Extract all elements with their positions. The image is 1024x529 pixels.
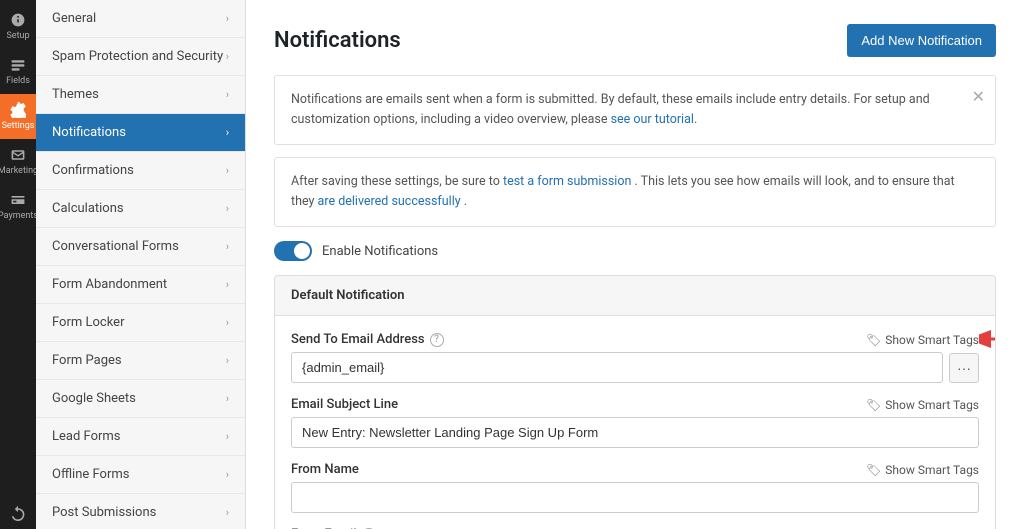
nav-item-themes[interactable]: Themes › xyxy=(36,76,245,114)
nav-item-offline-forms[interactable]: Offline Forms › xyxy=(36,456,245,494)
info-text-2c: . xyxy=(464,194,467,209)
fields-label: Fields xyxy=(6,76,30,86)
close-icon[interactable]: ✕ xyxy=(972,84,985,110)
panel-body: Send To Email Address ? 🏷 Show Smart Tag… xyxy=(275,316,995,529)
panel-header: Default Notification xyxy=(275,276,995,316)
subject-input-wrap xyxy=(291,417,979,448)
notification-panel: Default Notification Send To Email Addre… xyxy=(274,275,996,529)
nav-item-general[interactable]: General › xyxy=(36,0,245,38)
from-name-input[interactable] xyxy=(291,482,979,513)
smart-tags-link-from-name[interactable]: 🏷 Show Smart Tags xyxy=(866,463,979,477)
chevron-icon: › xyxy=(226,354,229,367)
delivered-link[interactable]: are delivered successfully xyxy=(318,194,461,209)
chevron-icon: › xyxy=(226,430,229,443)
nav-sidebar: General › Spam Protection and Security ›… xyxy=(36,0,246,529)
field-label-row-subject: Email Subject Line 🏷 Show Smart Tags xyxy=(291,397,979,412)
send-to-email-field: Send To Email Address ? 🏷 Show Smart Tag… xyxy=(291,332,979,383)
test-submission-link[interactable]: test a form submission xyxy=(503,174,631,189)
field-label-row-from-name: From Name 🏷 Show Smart Tags xyxy=(291,462,979,477)
nav-item-post-submissions[interactable]: Post Submissions › xyxy=(36,494,245,529)
nav-item-conversational-forms[interactable]: Conversational Forms › xyxy=(36,228,245,266)
nav-item-spam-protection[interactable]: Spam Protection and Security › xyxy=(36,38,245,76)
field-label-row-email: Send To Email Address ? 🏷 Show Smart Tag… xyxy=(291,332,979,347)
tutorial-link[interactable]: see our tutorial xyxy=(611,112,694,127)
marketing-label: Marketing xyxy=(0,166,38,176)
enable-notifications-toggle[interactable] xyxy=(274,241,312,261)
send-to-ellipsis-button[interactable]: ··· xyxy=(949,353,979,383)
chevron-icon: › xyxy=(226,468,229,481)
email-subject-field: Email Subject Line 🏷 Show Smart Tags xyxy=(291,397,979,448)
info-box-1: Notifications are emails sent when a for… xyxy=(274,75,996,145)
chevron-icon: › xyxy=(226,12,229,25)
enable-notifications-row: Enable Notifications xyxy=(274,241,996,261)
email-subject-label: Email Subject Line xyxy=(291,397,398,412)
chevron-icon: › xyxy=(226,506,229,519)
chevron-icon: › xyxy=(226,50,229,63)
add-notification-button[interactable]: Add New Notification xyxy=(847,24,996,57)
chevron-icon: › xyxy=(226,316,229,329)
tag-icon: 🏷 xyxy=(866,463,881,477)
settings-label: Settings xyxy=(2,121,35,131)
nav-item-calculations[interactable]: Calculations › xyxy=(36,190,245,228)
sidebar-item-revisions[interactable] xyxy=(0,497,36,529)
from-name-input-wrap xyxy=(291,482,979,513)
tag-icon: 🏷 xyxy=(866,333,881,347)
sidebar-item-fields[interactable]: Fields xyxy=(0,49,36,94)
page-header: Notifications Add New Notification xyxy=(274,24,996,57)
payments-label: Payments xyxy=(0,211,38,221)
sidebar-item-marketing[interactable]: Marketing xyxy=(0,139,36,184)
nav-item-notifications[interactable]: Notifications › xyxy=(36,114,245,152)
chevron-icon: › xyxy=(226,202,229,215)
send-to-label: Send To Email Address ? xyxy=(291,332,444,347)
send-to-input-wrap: ··· xyxy=(291,352,979,383)
page-title: Notifications xyxy=(274,28,401,53)
icon-sidebar: Setup Fields Settings Marketing Payments xyxy=(0,0,36,529)
smart-tags-link-email[interactable]: 🏷 Show Smart Tags xyxy=(866,333,979,347)
sidebar-item-payments[interactable]: Payments xyxy=(0,184,36,229)
sidebar-item-settings[interactable]: Settings xyxy=(0,94,36,139)
help-icon[interactable]: ? xyxy=(430,333,444,347)
chevron-icon: › xyxy=(226,240,229,253)
nav-item-google-sheets[interactable]: Google Sheets › xyxy=(36,380,245,418)
nav-item-confirmations[interactable]: Confirmations › xyxy=(36,152,245,190)
main-content: Notifications Add New Notification Notif… xyxy=(246,0,1024,529)
from-name-label: From Name xyxy=(291,462,359,477)
nav-item-form-locker[interactable]: Form Locker › xyxy=(36,304,245,342)
info-box-2: After saving these settings, be sure to … xyxy=(274,157,996,227)
chevron-icon: › xyxy=(226,278,229,291)
chevron-icon: › xyxy=(226,392,229,405)
nav-item-form-pages[interactable]: Form Pages › xyxy=(36,342,245,380)
chevron-icon: › xyxy=(226,126,229,139)
nav-item-form-abandonment[interactable]: Form Abandonment › xyxy=(36,266,245,304)
from-name-field: From Name 🏷 Show Smart Tags xyxy=(291,462,979,513)
tag-icon: 🏷 xyxy=(866,398,881,412)
chevron-icon: › xyxy=(226,164,229,177)
sidebar-item-setup[interactable]: Setup xyxy=(0,4,36,49)
chevron-icon: › xyxy=(226,88,229,101)
send-to-email-input[interactable] xyxy=(291,352,943,383)
enable-label: Enable Notifications xyxy=(322,244,438,259)
setup-label: Setup xyxy=(6,31,29,41)
red-arrow-annotation xyxy=(979,324,996,354)
info-text-2: After saving these settings, be sure to xyxy=(291,174,500,189)
email-subject-input[interactable] xyxy=(291,417,979,448)
smart-tags-link-subject[interactable]: 🏷 Show Smart Tags xyxy=(866,398,979,412)
nav-item-lead-forms[interactable]: Lead Forms › xyxy=(36,418,245,456)
